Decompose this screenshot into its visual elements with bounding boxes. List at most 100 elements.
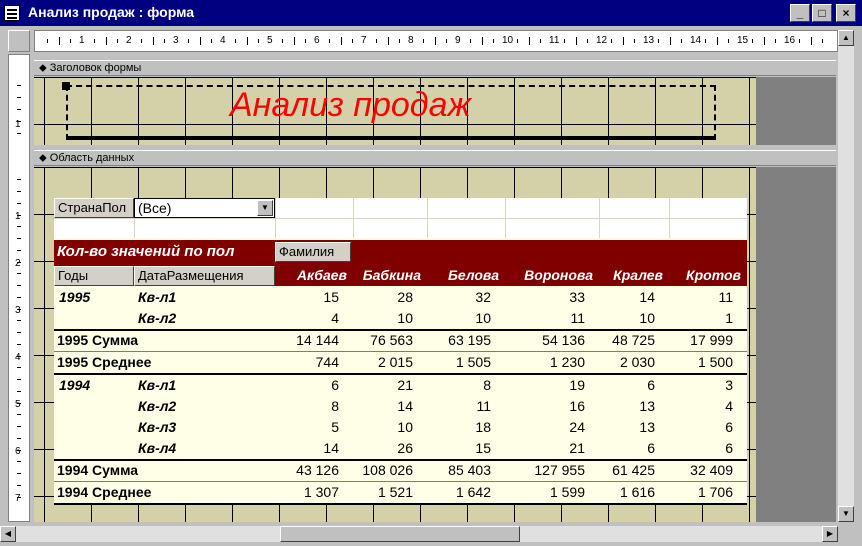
ruler-number: 15 xyxy=(737,35,749,46)
table-cell: 1 230 xyxy=(549,354,585,370)
ruler-tick xyxy=(17,273,21,274)
table-cell: 1 xyxy=(725,310,733,326)
ruler-number: 6 xyxy=(314,35,320,46)
table-cell: 14 xyxy=(323,440,339,456)
ruler-tick xyxy=(17,356,21,357)
table-cell: 54 136 xyxy=(542,332,585,348)
ruler-tick xyxy=(199,37,201,45)
ruler-tick xyxy=(17,403,21,404)
table-cell: 32 xyxy=(475,289,491,305)
ruler-tick xyxy=(17,461,21,462)
data-section-bar[interactable]: ⬥ Область данных xyxy=(34,150,836,166)
scroll-thumb[interactable] xyxy=(280,526,520,542)
table-cell: 24 xyxy=(569,419,585,435)
page-field-button[interactable]: СтранаПол xyxy=(54,198,134,218)
subtotal-label: 1995 Сумма xyxy=(57,332,139,348)
ruler-number: 7 xyxy=(361,35,367,46)
grid-line xyxy=(54,218,747,219)
scroll-down-button[interactable]: ▼ xyxy=(838,506,854,522)
ruler-number: 1 xyxy=(79,35,85,46)
form-header-label: ⬥ Заголовок формы xyxy=(39,62,142,74)
pivot-table[interactable]: СтранаПол (Все) ▼ Кол-во значений по пол Фам… xyxy=(54,198,747,505)
ruler-tick xyxy=(17,320,21,321)
row-field-button-date[interactable]: ДатаРазмещения xyxy=(134,266,275,286)
table-cell: 4 xyxy=(331,310,339,326)
ruler-number: 11 xyxy=(549,35,560,46)
title-bar[interactable]: Анализ продаж : форма _ □ × xyxy=(0,0,862,26)
ruler-tick xyxy=(17,85,21,86)
table-cell: 108 026 xyxy=(362,462,413,478)
ruler-tick xyxy=(387,37,389,45)
ruler-number: 12 xyxy=(596,35,608,46)
scroll-left-button[interactable]: ◀ xyxy=(0,526,16,542)
table-cell: 14 xyxy=(397,398,413,414)
form-header-section-bar[interactable]: ⬥ Заголовок формы xyxy=(34,60,836,76)
window-title: Анализ продаж : форма xyxy=(28,4,195,20)
ruler-tick xyxy=(587,39,589,43)
table-cell: 6 xyxy=(725,440,733,456)
horizontal-scrollbar[interactable]: ◀ ▶ xyxy=(0,526,838,542)
scroll-up-button[interactable]: ▲ xyxy=(838,30,854,46)
ruler-tick xyxy=(17,97,21,98)
column-header: Кротов xyxy=(686,267,741,283)
ruler-tick xyxy=(17,332,21,333)
vertical-scrollbar[interactable]: ▲ ▼ xyxy=(838,30,854,522)
scroll-right-button[interactable]: ▶ xyxy=(822,526,838,542)
ruler-tick xyxy=(422,39,424,43)
column-header: Акбаев xyxy=(296,267,347,283)
ruler-number: 2 xyxy=(126,35,132,46)
subtotal-label: 1995 Среднее xyxy=(57,354,152,370)
column-field-button[interactable]: Фамилия xyxy=(275,242,351,262)
ruler-tick xyxy=(17,450,21,451)
table-cell: 11 xyxy=(570,310,585,326)
ruler-tick xyxy=(17,485,21,486)
table-cell: 2 015 xyxy=(377,354,413,370)
ruler-tick xyxy=(164,39,166,43)
ruler-tick xyxy=(234,39,236,43)
quarter-label: Кв-л2 xyxy=(138,398,177,414)
table-cell: 11 xyxy=(476,398,491,414)
page-field-dropdown[interactable]: (Все) ▼ xyxy=(134,198,275,218)
close-button[interactable]: × xyxy=(836,4,856,22)
ruler-tick xyxy=(481,37,483,45)
table-cell: 13 xyxy=(639,419,655,435)
ruler-tick xyxy=(17,238,21,239)
ruler-tick xyxy=(798,39,800,43)
ruler-corner[interactable] xyxy=(8,30,30,52)
table-cell: 43 126 xyxy=(296,462,339,478)
table-cell: 18 xyxy=(475,419,491,435)
table-cell: 85 403 xyxy=(448,462,491,478)
form-title[interactable]: Анализ продаж xyxy=(230,86,471,125)
table-cell: 28 xyxy=(397,289,413,305)
table-cell: 14 144 xyxy=(296,332,339,348)
ruler-tick xyxy=(563,39,565,43)
ruler-tick xyxy=(17,414,21,415)
minimize-button[interactable]: _ xyxy=(790,4,810,22)
maximize-button[interactable]: □ xyxy=(812,4,832,22)
ruler-tick xyxy=(763,37,765,45)
ruler-number: 10 xyxy=(502,35,514,46)
form-header-empty-area xyxy=(756,77,836,145)
ruler-tick xyxy=(751,39,753,43)
chevron-down-icon[interactable]: ▼ xyxy=(257,200,273,216)
ruler-tick xyxy=(657,39,659,43)
subtotal-label: 1994 Среднее xyxy=(57,484,152,500)
horizontal-ruler[interactable]: 1 2 3 4 5 6 7 8 9 10 11 12 13 14 15 16 xyxy=(34,30,838,52)
ruler-number: 3 xyxy=(15,305,21,316)
ruler-tick xyxy=(246,37,248,45)
row-separator xyxy=(54,503,747,505)
ruler-tick xyxy=(70,39,72,43)
form-window-icon[interactable] xyxy=(4,5,20,21)
table-cell: 19 xyxy=(569,377,585,393)
ruler-tick xyxy=(669,37,671,45)
ruler-tick xyxy=(728,39,730,43)
row-field-button-years[interactable]: Годы xyxy=(54,266,134,286)
vertical-ruler[interactable]: 11234567 xyxy=(8,54,30,522)
table-cell: 1 599 xyxy=(549,484,585,500)
ruler-tick xyxy=(140,39,142,43)
ruler-tick xyxy=(634,39,636,43)
ruler-tick xyxy=(17,367,21,368)
move-handle[interactable] xyxy=(62,82,70,90)
table-cell: 10 xyxy=(397,310,413,326)
data-field-label[interactable]: Кол-во значений по пол xyxy=(57,242,275,262)
